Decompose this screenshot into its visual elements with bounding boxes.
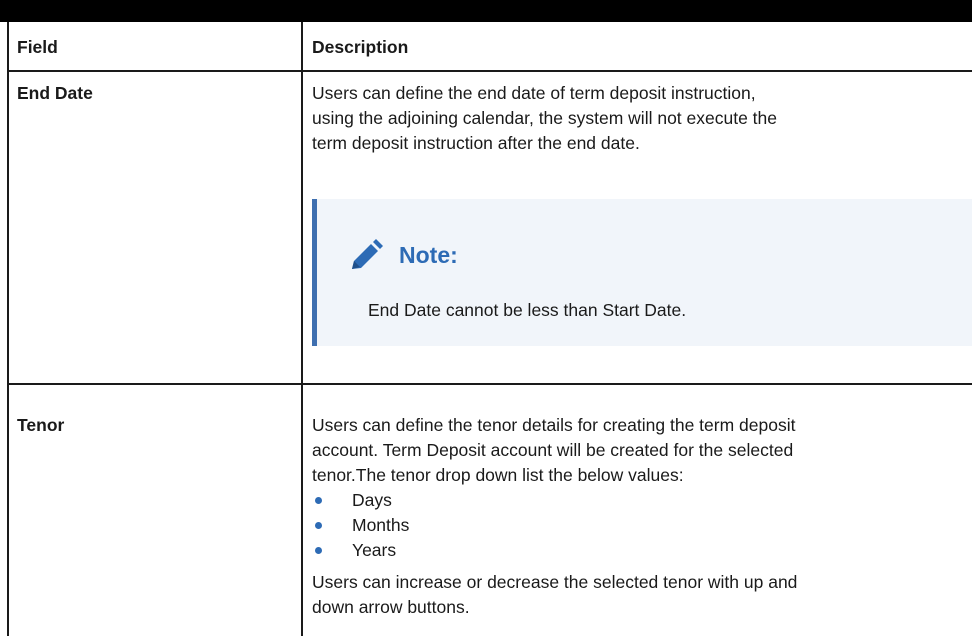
column-header-description: Description: [312, 37, 409, 57]
table-row-field-end-date: End Date: [17, 83, 93, 103]
note-box: Note: End Date cannot be less than Start…: [312, 199, 972, 346]
description-line: down arrow buttons.: [312, 597, 470, 617]
table-left-border: [7, 22, 9, 636]
list-item: Months: [312, 513, 409, 538]
bullet-icon: [315, 522, 322, 529]
list-item: Years: [312, 538, 409, 563]
note-body: End Date cannot be less than Start Date.: [368, 300, 687, 320]
column-divider: [301, 22, 303, 636]
bullet-icon: [315, 497, 322, 504]
description-line: tenor.The tenor drop down list the below…: [312, 465, 684, 485]
header-divider: [7, 70, 972, 72]
description-line: Users can define the end date of term de…: [312, 83, 756, 103]
note-title: Note:: [399, 242, 458, 268]
description-line: account. Term Deposit account will be cr…: [312, 440, 794, 460]
bullet-icon: [315, 547, 322, 554]
description-line: Users can increase or decrease the selec…: [312, 572, 798, 592]
column-header-field: Field: [17, 37, 58, 57]
row-divider: [7, 383, 972, 385]
tenor-values-list: Days Months Years: [312, 488, 409, 563]
list-item: Days: [312, 488, 409, 513]
description-line: using the adjoining calendar, the system…: [312, 108, 778, 128]
description-line: Users can define the tenor details for c…: [312, 415, 796, 435]
top-bar: [0, 0, 972, 22]
table-row-field-tenor: Tenor: [17, 415, 65, 435]
pencil-icon: [352, 239, 383, 269]
description-line: term deposit instruction after the end d…: [312, 133, 640, 153]
